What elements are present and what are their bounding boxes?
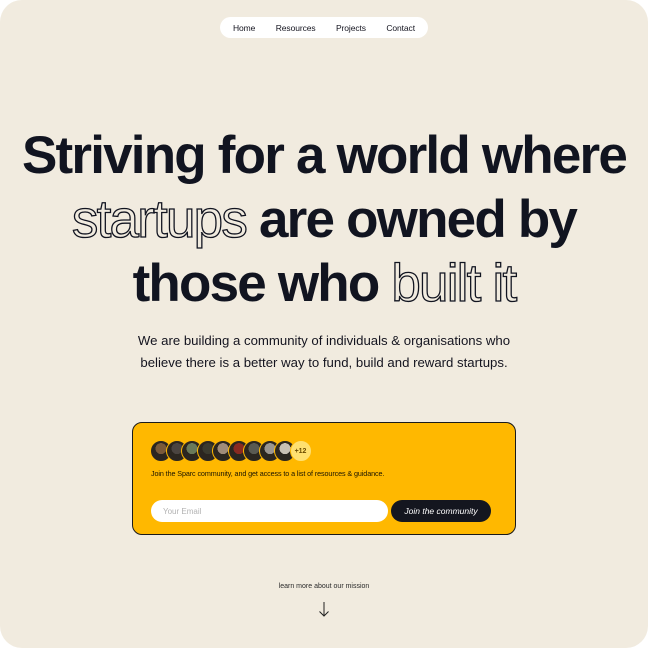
signup-card: +12 Join the Sparc community, and get ac… <box>132 422 516 535</box>
headline-line-3-rest: those who <box>132 254 392 313</box>
top-nav: Home Resources Projects Contact <box>220 17 428 38</box>
headline-line-2-rest: are owned by <box>246 190 578 249</box>
mission-link[interactable]: learn more about our mission <box>0 583 648 590</box>
email-input[interactable] <box>151 500 388 522</box>
arrow-down-icon[interactable] <box>317 600 331 618</box>
nav-projects-link[interactable]: Projects <box>336 23 366 33</box>
headline-line-2: startups are owned by <box>0 188 648 252</box>
more-members-badge: +12 <box>289 440 312 462</box>
hero-subtitle: We are building a community of individua… <box>137 333 511 370</box>
headline-outline-built-it: built it <box>391 253 518 313</box>
hero-headline: Striving for a world where startups are … <box>0 124 648 316</box>
nav-resources-link[interactable]: Resources <box>276 23 316 33</box>
signup-description: Join the Sparc community, and get access… <box>151 469 385 478</box>
headline-line-3: those who built it <box>0 252 648 316</box>
page-frame: Home Resources Projects Contact Striving… <box>0 0 648 648</box>
headline-outline-startups: startups <box>71 189 248 249</box>
headline-line-1: Striving for a world where <box>21 126 628 185</box>
nav-contact-link[interactable]: Contact <box>386 23 415 33</box>
nav-home-link[interactable]: Home <box>233 23 255 33</box>
join-community-button[interactable]: Join the community <box>391 500 491 522</box>
